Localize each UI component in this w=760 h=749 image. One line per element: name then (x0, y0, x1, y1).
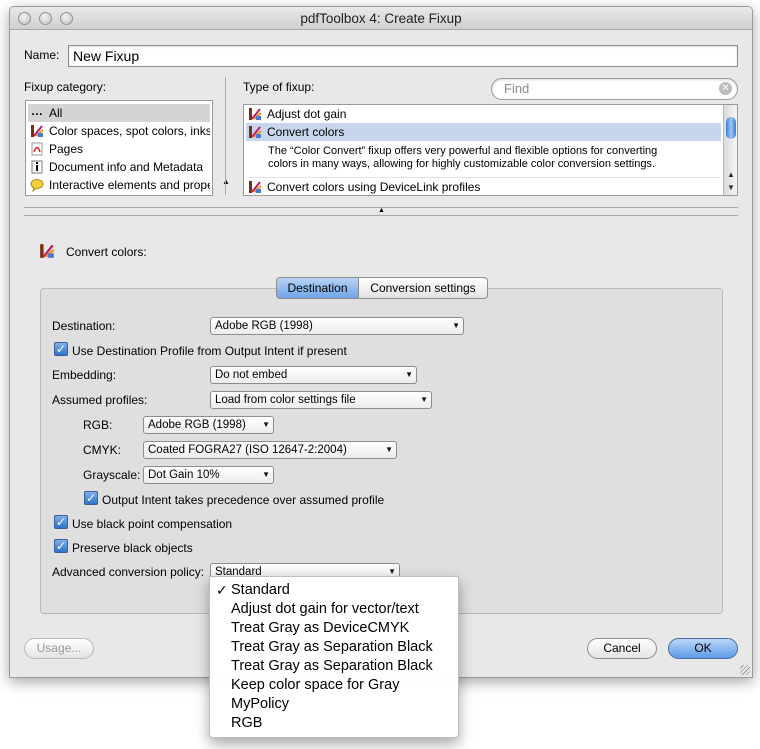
category-item-all[interactable]: … All (28, 104, 210, 122)
destination-label: Destination: (52, 319, 116, 333)
popup-arrow-icon: ▼ (262, 470, 270, 479)
fixup-list-scrollbar[interactable]: ▲ ▼ (723, 105, 737, 195)
category-item-interactive[interactable]: Interactive elements and prope (28, 176, 210, 194)
find-placeholder: Find (504, 81, 530, 96)
rgb-label: RGB: (83, 418, 113, 432)
popup-arrow-icon: ▼ (405, 370, 413, 379)
fixup-category-label: Fixup category: (24, 80, 107, 94)
popup-arrow-icon: ▼ (262, 420, 270, 429)
title-bar[interactable]: pdfToolbox 4: Create Fixup (10, 7, 752, 30)
output-intent-precedence-label: Output Intent takes precedence over assu… (102, 493, 385, 507)
horizontal-split-line-2 (24, 215, 738, 216)
embedding-popup[interactable]: Do not embed ▼ (210, 366, 417, 384)
name-label: Name: (24, 48, 60, 62)
menu-item-gray-separation-black[interactable]: Treat Gray as Separation Black (231, 639, 433, 655)
document-info-icon (30, 160, 44, 174)
conversion-policy-label: Advanced conversion policy: (52, 565, 205, 579)
split-handle-icon[interactable]: ▲ (378, 207, 385, 214)
category-item-color-spaces[interactable]: Color spaces, spot colors, inks (28, 122, 210, 140)
window-title: pdfToolbox 4: Create Fixup (300, 11, 462, 26)
ok-button[interactable]: OK (668, 638, 738, 659)
detail-heading: Convert colors: (66, 245, 147, 259)
conversion-policy-menu: ✓ Standard Adjust dot gain for vector/te… (209, 576, 459, 738)
embedding-label: Embedding: (52, 368, 117, 382)
category-item-document-info[interactable]: Document info and Metadata (28, 158, 210, 176)
selected-check-icon: ✓ (216, 582, 228, 598)
popup-arrow-icon: ▼ (420, 395, 428, 404)
grayscale-profile-popup[interactable]: Dot Gain 10% ▼ (143, 466, 274, 484)
pdf-page-icon (30, 142, 44, 156)
color-fixup-icon (248, 180, 262, 194)
resize-grip-icon[interactable] (740, 665, 750, 675)
fixup-description: The “Color Convert” fixup offers very po… (268, 145, 658, 170)
menu-item-mypolicy[interactable]: MyPolicy (231, 696, 289, 712)
menu-item-adjust-dot-gain[interactable]: Adjust dot gain for vector/text (231, 601, 419, 617)
use-destination-profile-checkbox[interactable]: ✓ (54, 342, 68, 356)
popup-arrow-icon: ▼ (452, 321, 460, 330)
fixup-category-list[interactable]: … All Color spaces, spot colors, inks Pa… (25, 100, 213, 196)
grayscale-label: Grayscale: (83, 468, 141, 482)
popup-arrow-icon: ▼ (385, 445, 393, 454)
scroll-up-arrow-icon[interactable]: ▲ (724, 170, 737, 179)
find-search-field[interactable]: Find ✕ (491, 78, 738, 100)
fixup-item-convert-devicelink[interactable]: Convert colors using DeviceLink profiles (246, 177, 721, 195)
ellipsis-icon: … (31, 104, 43, 118)
menu-item-standard[interactable]: Standard (231, 582, 290, 598)
destination-popup[interactable]: Adobe RGB (1998) ▼ (210, 317, 464, 335)
menu-item-keep-gray[interactable]: Keep color space for Gray (231, 677, 399, 693)
color-fixup-icon (248, 125, 262, 139)
menu-item-rgb[interactable]: RGB (231, 715, 262, 731)
use-destination-profile-label: Use Destination Profile from Output Inte… (72, 344, 347, 358)
cmyk-label: CMYK: (83, 443, 122, 457)
cancel-button[interactable]: Cancel (587, 638, 657, 659)
color-fixup-icon (248, 107, 262, 121)
split-divider[interactable] (225, 77, 226, 195)
black-point-compensation-checkbox[interactable]: ✓ (54, 515, 68, 529)
category-item-pages[interactable]: Pages (28, 140, 210, 158)
tab-destination[interactable]: Destination (276, 277, 359, 299)
scroll-thumb[interactable] (726, 117, 736, 139)
menu-item-gray-devicecmyk[interactable]: Treat Gray as DeviceCMYK (231, 620, 409, 636)
assumed-profiles-popup[interactable]: Load from color settings file ▼ (210, 391, 432, 409)
cmyk-profile-popup[interactable]: Coated FOGRA27 (ISO 12647-2:2004) ▼ (143, 441, 397, 459)
comment-bubble-icon (30, 178, 44, 192)
fixup-item-convert-colors[interactable]: Convert colors (246, 123, 721, 141)
name-field[interactable]: New Fixup (68, 45, 738, 67)
menu-item-gray-separation-black-2[interactable]: Treat Gray as Separation Black (231, 658, 433, 674)
preserve-black-checkbox[interactable]: ✓ (54, 539, 68, 553)
color-fixup-icon (30, 124, 44, 138)
color-fixup-icon (39, 243, 55, 259)
assumed-profiles-label: Assumed profiles: (52, 393, 148, 407)
usage-button[interactable]: Usage... (24, 638, 94, 659)
scroll-down-arrow-icon[interactable]: ▼ (724, 183, 737, 192)
preserve-black-label: Preserve black objects (72, 541, 193, 555)
rgb-profile-popup[interactable]: Adobe RGB (1998) ▼ (143, 416, 274, 434)
tab-conversion-settings[interactable]: Conversion settings (359, 277, 488, 299)
type-of-fixup-label: Type of fixup: (243, 80, 315, 94)
output-intent-precedence-checkbox[interactable]: ✓ (84, 491, 98, 505)
type-of-fixup-list[interactable]: Adjust dot gain Convert colors The “Colo… (243, 104, 738, 196)
fixup-item-adjust-dot-gain[interactable]: Adjust dot gain (246, 105, 721, 123)
clear-search-icon[interactable]: ✕ (719, 82, 732, 95)
black-point-compensation-label: Use black point compensation (72, 517, 233, 531)
